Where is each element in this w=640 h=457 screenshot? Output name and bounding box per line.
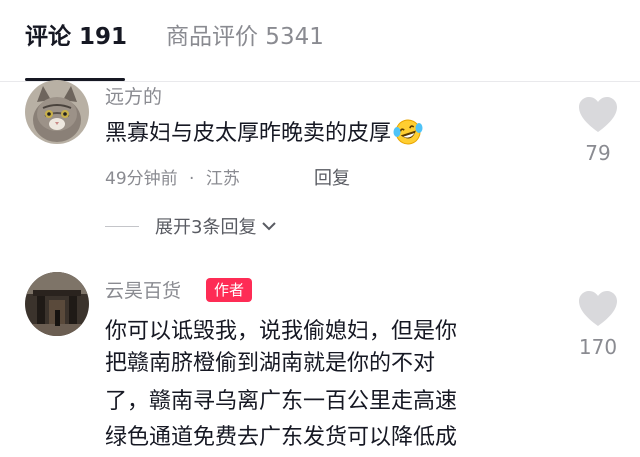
- comment-text-line: 把赣南脐橙偷到湖南就是你的不对: [105, 351, 436, 376]
- comment-time: 49分钟前: [105, 169, 178, 189]
- comment-text-content: 黑寡妇与皮太厚昨晚卖的皮厚: [105, 121, 392, 146]
- comment-text-line: 你可以诋毁我，说我偷媳妇，但是你: [105, 319, 458, 344]
- heart-icon[interactable]: [578, 290, 618, 328]
- laughing-tears-emoji-icon: [393, 118, 423, 156]
- comment-text-line: 了，赣南寻乌离广东一百公里走高速: [105, 389, 458, 414]
- tab-comments[interactable]: 评论 191: [25, 20, 127, 54]
- comment-text-line: 绿色通道免费去广东发货可以降低成: [105, 425, 458, 450]
- comment-location: 江苏: [205, 169, 240, 189]
- comment-username[interactable]: 远方的: [105, 84, 162, 110]
- expand-divider: [105, 226, 139, 227]
- meta-separator: ·: [189, 169, 195, 189]
- avatar[interactable]: [25, 80, 89, 144]
- tab-product-reviews[interactable]: 商品评价 5341: [166, 20, 324, 54]
- like-count: 170: [578, 335, 618, 359]
- like-count: 79: [585, 141, 611, 165]
- chevron-down-icon: [262, 214, 276, 238]
- heart-icon[interactable]: [578, 96, 618, 134]
- author-badge: 作者: [206, 278, 253, 302]
- avatar[interactable]: [25, 272, 89, 336]
- expand-replies-label: 展开3条回复: [155, 217, 257, 238]
- comment-meta: 49分钟前 · 江苏: [105, 167, 240, 191]
- reply-button[interactable]: 回复: [314, 167, 350, 191]
- expand-replies-button[interactable]: 展开3条回复: [155, 214, 276, 240]
- tabs-divider: [0, 81, 640, 82]
- comment-username[interactable]: 云昊百货: [105, 278, 181, 304]
- comment-tabs: 评论 191 商品评价 5341: [0, 0, 640, 81]
- comment-text: 黑寡妇与皮太厚昨晚卖的皮厚: [105, 118, 423, 156]
